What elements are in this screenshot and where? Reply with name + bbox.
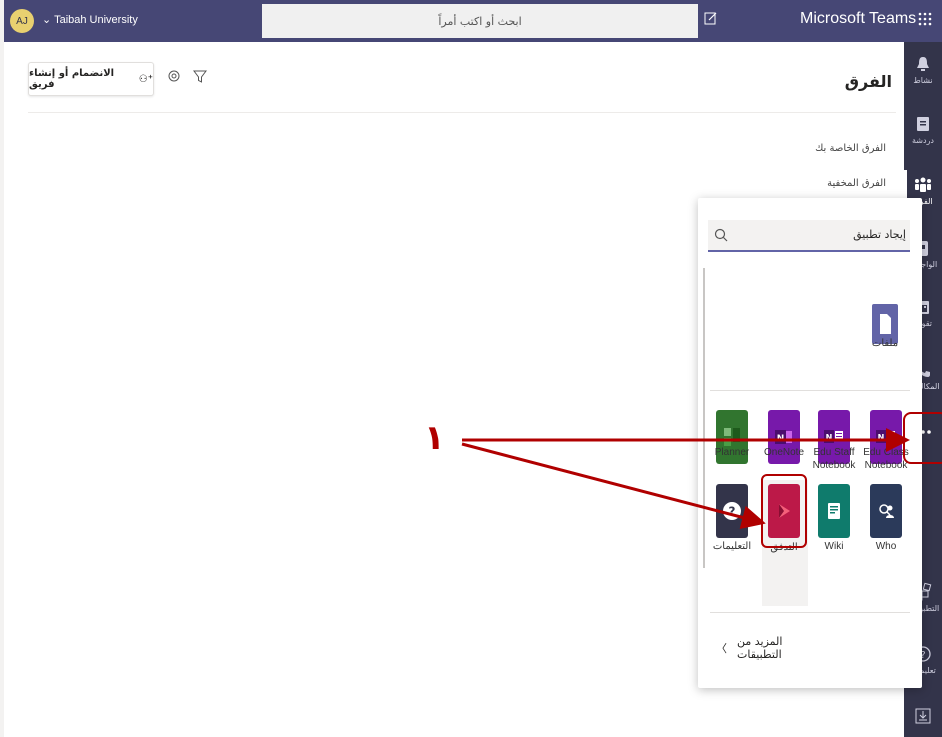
annotation-arrows [461, 428, 910, 530]
arrow-to-stream [461, 442, 766, 530]
bottom-left-strip [0, 0, 4, 737]
annotation-number: ١ [424, 418, 445, 458]
